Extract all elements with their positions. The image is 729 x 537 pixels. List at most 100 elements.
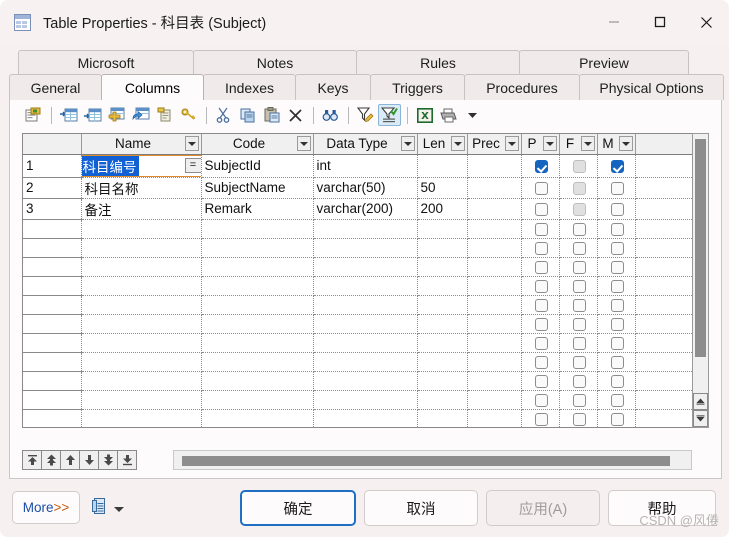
col-header-m[interactable]: M <box>597 134 636 155</box>
cell-name[interactable] <box>81 371 202 391</box>
cell-prec[interactable] <box>467 333 522 353</box>
delete-icon[interactable] <box>284 104 307 126</box>
cell-name[interactable] <box>81 352 202 372</box>
cell-p-checkbox[interactable] <box>535 181 548 195</box>
cell-p-checkbox[interactable] <box>535 298 548 312</box>
cell-len[interactable] <box>417 276 468 296</box>
row-header[interactable] <box>23 313 82 334</box>
cell-p-checkbox[interactable] <box>535 241 548 255</box>
cell-f-checkbox[interactable] <box>573 222 586 236</box>
cell-len[interactable] <box>417 333 468 353</box>
cell-p-checkbox[interactable] <box>535 279 548 293</box>
cell-p-cell[interactable] <box>521 352 560 372</box>
cell-p-cell[interactable] <box>521 257 560 277</box>
cell-f-cell[interactable] <box>559 314 598 334</box>
col-header-datatype[interactable]: Data Type <box>313 134 418 155</box>
cell-f-cell[interactable] <box>559 198 598 220</box>
cell-name[interactable] <box>81 390 202 410</box>
table-row-empty[interactable] <box>23 275 700 296</box>
tab-keys[interactable]: Keys <box>295 74 371 100</box>
cell-p-cell[interactable] <box>521 198 560 220</box>
cell-m-checkbox[interactable] <box>611 355 624 369</box>
cell-f-checkbox[interactable] <box>573 298 586 312</box>
cell-m-checkbox[interactable] <box>611 181 624 195</box>
col-header-prec-dropdown[interactable] <box>504 136 519 151</box>
cell-datatype[interactable] <box>313 314 418 334</box>
cell-name[interactable] <box>81 333 202 353</box>
cell-len[interactable] <box>417 390 468 410</box>
cell-f-cell[interactable] <box>559 276 598 296</box>
cut-icon[interactable] <box>212 104 235 126</box>
table-row[interactable]: 2 科目名称 SubjectName varchar(50) 50 <box>23 176 700 199</box>
cell-p-checkbox[interactable] <box>535 159 548 173</box>
row-header[interactable] <box>23 256 82 277</box>
cell-name[interactable]: 备注 <box>81 198 202 220</box>
cell-prec[interactable] <box>467 198 522 220</box>
table-row-empty[interactable] <box>23 218 700 239</box>
minimize-button[interactable] <box>591 0 637 44</box>
duplicate-row-icon[interactable] <box>129 104 152 126</box>
tab-general[interactable]: General <box>9 74 102 100</box>
vertical-scrollbar-thumb[interactable] <box>695 139 706 357</box>
cell-f-cell[interactable] <box>559 177 598 199</box>
chevron-down-icon[interactable] <box>114 506 124 512</box>
table-row-empty[interactable] <box>23 332 700 353</box>
cell-m-cell[interactable] <box>597 198 636 220</box>
cell-p-checkbox[interactable] <box>535 317 548 331</box>
cell-name[interactable] <box>81 295 202 315</box>
row-header[interactable]: 2 <box>23 176 82 199</box>
cell-len[interactable] <box>417 238 468 258</box>
cell-f-checkbox[interactable] <box>573 336 586 350</box>
tab-preview[interactable]: Preview <box>519 50 689 74</box>
cell-len[interactable] <box>417 371 468 391</box>
cell-code[interactable] <box>201 276 314 296</box>
col-header-name-dropdown[interactable] <box>184 136 199 151</box>
cell-p-cell[interactable] <box>521 238 560 258</box>
col-header-len-dropdown[interactable] <box>450 136 465 151</box>
cell-datatype[interactable] <box>313 295 418 315</box>
scroll-down-icon[interactable] <box>693 410 708 427</box>
cell-code[interactable] <box>201 257 314 277</box>
cell-p-cell[interactable] <box>521 371 560 391</box>
table-row-empty[interactable] <box>23 351 700 372</box>
cell-name[interactable] <box>81 257 202 277</box>
row-header[interactable] <box>23 275 82 296</box>
cell-m-cell[interactable] <box>597 333 636 353</box>
cell-f-checkbox[interactable] <box>573 412 586 426</box>
cell-f-cell[interactable] <box>559 154 598 178</box>
table-row[interactable]: 3 备注 Remark varchar(200) 200 <box>23 197 700 220</box>
row-header[interactable]: 1 <box>23 153 82 178</box>
cell-prec[interactable] <box>467 177 522 199</box>
cell-m-cell[interactable] <box>597 257 636 277</box>
cell-len[interactable] <box>417 352 468 372</box>
nav-prev-page-icon[interactable] <box>41 450 61 470</box>
cell-prec[interactable] <box>467 238 522 258</box>
cancel-button[interactable]: 取消 <box>364 490 478 526</box>
col-header-code-dropdown[interactable] <box>296 136 311 151</box>
cell-len[interactable] <box>417 409 468 427</box>
cell-name[interactable] <box>81 276 202 296</box>
cell-p-checkbox[interactable] <box>535 412 548 426</box>
cell-name[interactable] <box>81 219 202 239</box>
cell-len[interactable] <box>417 219 468 239</box>
cell-prec[interactable] <box>467 219 522 239</box>
row-header[interactable]: 3 <box>23 197 82 220</box>
tab-procedures[interactable]: Procedures <box>464 74 580 100</box>
tab-columns[interactable]: Columns <box>101 74 204 100</box>
table-row-empty[interactable] <box>23 389 700 410</box>
row-header[interactable] <box>23 408 82 427</box>
cell-len[interactable]: 50 <box>417 177 468 199</box>
cell-m-checkbox[interactable] <box>611 202 624 216</box>
cell-len[interactable]: 200 <box>417 198 468 220</box>
cell-prec[interactable] <box>467 276 522 296</box>
apply-filter-icon[interactable] <box>378 104 401 126</box>
table-row-empty[interactable] <box>23 256 700 277</box>
row-header[interactable] <box>23 237 82 258</box>
cell-prec[interactable] <box>467 409 522 427</box>
cell-m-cell[interactable] <box>597 295 636 315</box>
cell-code[interactable]: Remark <box>201 198 314 220</box>
cell-m-checkbox[interactable] <box>611 159 624 173</box>
cell-code[interactable] <box>201 371 314 391</box>
row-header[interactable] <box>23 389 82 410</box>
cell-p-cell[interactable] <box>521 333 560 353</box>
